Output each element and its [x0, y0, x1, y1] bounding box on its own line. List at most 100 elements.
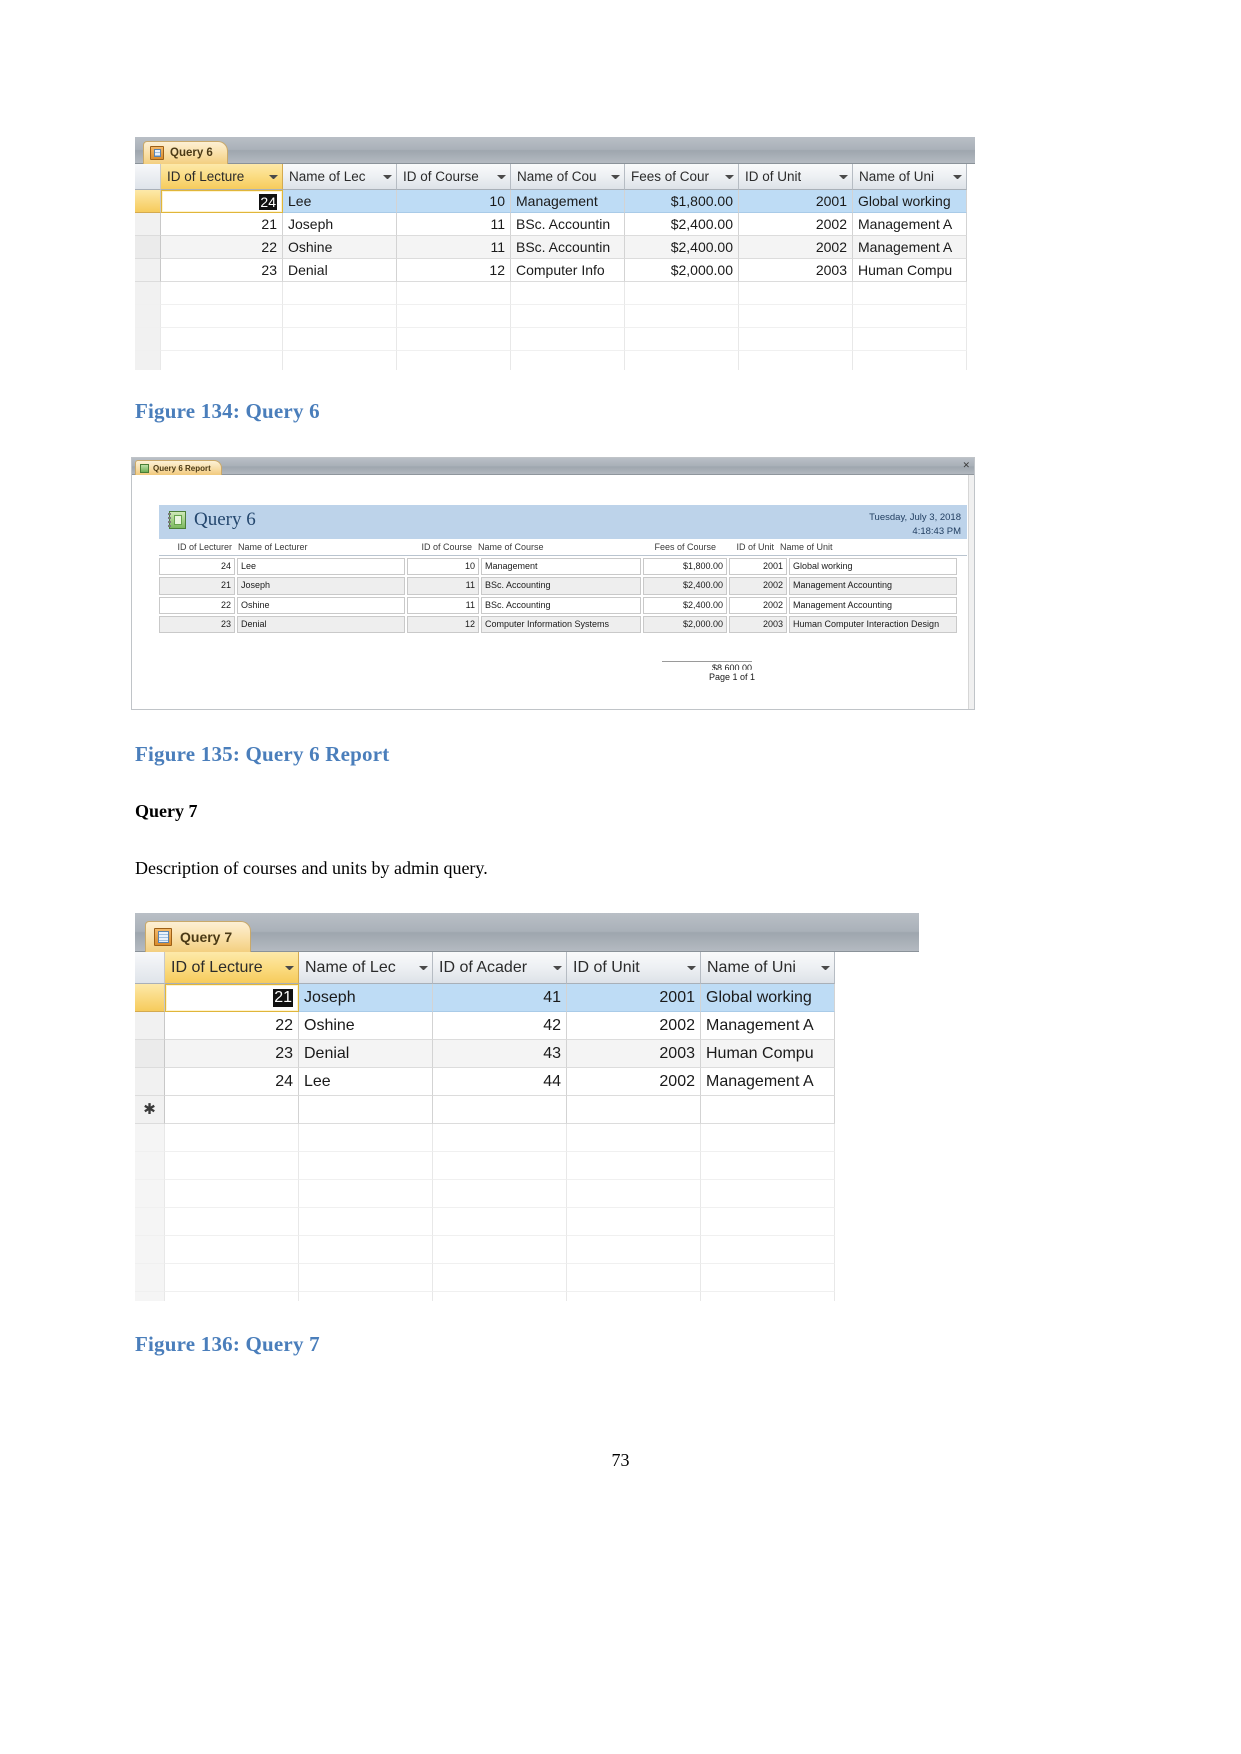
column-header-id-of-course[interactable]: ID of Course	[397, 164, 511, 190]
row-selector[interactable]	[135, 259, 161, 282]
column-header-name-of-unit[interactable]: Name of Uni	[853, 164, 967, 190]
cell-id-of-course[interactable]: 10	[397, 190, 511, 213]
table-row[interactable]: 24 Lee 44 2002 Management A	[135, 1068, 919, 1096]
chevron-down-icon[interactable]	[285, 965, 294, 970]
cell-id-of-lecturer[interactable]: 23	[161, 259, 283, 282]
row-selector[interactable]	[135, 984, 165, 1012]
tab-query6-report[interactable]: Query 6 Report	[135, 460, 222, 475]
chevron-down-icon[interactable]	[383, 174, 392, 179]
column-header-id-of-lecturer[interactable]: ID of Lecture	[165, 952, 299, 984]
cell-name-of-unit[interactable]: Management A	[701, 1068, 835, 1096]
chevron-down-icon[interactable]	[725, 174, 734, 179]
cell-name-of-unit[interactable]: Management A	[853, 213, 967, 236]
cell-id-of-academic[interactable]: 41	[433, 984, 567, 1012]
column-header-id-of-unit[interactable]: ID of Unit	[739, 164, 853, 190]
column-header-name-of-unit[interactable]: Name of Uni	[701, 952, 835, 984]
cell-id-of-lecturer[interactable]: 21	[165, 984, 299, 1012]
cell-id-of-course[interactable]: 11	[397, 236, 511, 259]
table-row[interactable]: 21 Joseph 41 2001 Global working	[135, 984, 919, 1012]
cell-name-of-unit[interactable]: Human Compu	[701, 1040, 835, 1068]
cell-name-of-lecturer[interactable]: Oshine	[283, 236, 397, 259]
cell-name-of-unit[interactable]: Management A	[853, 236, 967, 259]
cell-id-of-unit[interactable]: 2001	[567, 984, 701, 1012]
new-cell-id-of-unit[interactable]	[567, 1096, 701, 1124]
cell-id-of-unit[interactable]: 2003	[567, 1040, 701, 1068]
cell-fees-of-course[interactable]: $2,400.00	[625, 236, 739, 259]
cell-name-of-course[interactable]: BSc. Accountin	[511, 213, 625, 236]
new-record-marker[interactable]: ✱	[135, 1096, 165, 1124]
row-selector[interactable]	[135, 190, 161, 213]
new-cell-id-of-lecturer[interactable]	[165, 1096, 299, 1124]
cell-name-of-lecturer[interactable]: Oshine	[299, 1012, 433, 1040]
chevron-down-icon[interactable]	[821, 965, 830, 970]
column-header-id-of-academic[interactable]: ID of Acader	[433, 952, 567, 984]
chevron-down-icon[interactable]	[839, 174, 848, 179]
table-row[interactable]: 22 Oshine 42 2002 Management A	[135, 1012, 919, 1040]
cell-id-of-lecturer[interactable]: 22	[161, 236, 283, 259]
row-selector[interactable]	[135, 1040, 165, 1068]
cell-id-of-lecturer[interactable]: 22	[165, 1012, 299, 1040]
row-selector[interactable]	[135, 236, 161, 259]
new-cell-name-of-lecturer[interactable]	[299, 1096, 433, 1124]
cell-name-of-unit[interactable]: Management A	[701, 1012, 835, 1040]
table-row[interactable]: 23 Denial 43 2003 Human Compu	[135, 1040, 919, 1068]
chevron-down-icon[interactable]	[419, 965, 428, 970]
table-row[interactable]: 24 Lee 10 Management $1,800.00 2001 Glob…	[135, 190, 975, 213]
column-header-name-of-lecturer[interactable]: Name of Lec	[299, 952, 433, 984]
chevron-down-icon[interactable]	[611, 174, 620, 179]
chevron-down-icon[interactable]	[953, 174, 962, 179]
cell-name-of-lecturer[interactable]: Lee	[283, 190, 397, 213]
cell-id-of-academic[interactable]: 43	[433, 1040, 567, 1068]
row-selector[interactable]	[135, 213, 161, 236]
column-header-id-of-lecturer[interactable]: ID of Lecture	[161, 164, 283, 190]
cell-name-of-lecturer[interactable]: Denial	[299, 1040, 433, 1068]
cell-name-of-course[interactable]: BSc. Accountin	[511, 236, 625, 259]
cell-id-of-unit[interactable]: 2002	[739, 236, 853, 259]
cell-name-of-course[interactable]: Management	[511, 190, 625, 213]
column-header-name-of-course[interactable]: Name of Cou	[511, 164, 625, 190]
column-header-fees-of-course[interactable]: Fees of Cour	[625, 164, 739, 190]
table-row[interactable]: 21 Joseph 11 BSc. Accountin $2,400.00 20…	[135, 213, 975, 236]
report-vertical-scrollbar[interactable]	[968, 475, 974, 709]
cell-name-of-unit[interactable]: Human Compu	[853, 259, 967, 282]
cell-name-of-lecturer[interactable]: Joseph	[299, 984, 433, 1012]
table-row[interactable]: 22 Oshine 11 BSc. Accountin $2,400.00 20…	[135, 236, 975, 259]
cell-id-of-academic[interactable]: 42	[433, 1012, 567, 1040]
cell-name-of-lecturer[interactable]: Denial	[283, 259, 397, 282]
cell-id-of-unit[interactable]: 2003	[739, 259, 853, 282]
tab-query7[interactable]: Query 7	[145, 921, 252, 952]
cell-name-of-unit[interactable]: Global working	[701, 984, 835, 1012]
cell-id-of-academic[interactable]: 44	[433, 1068, 567, 1096]
chevron-down-icon[interactable]	[553, 965, 562, 970]
select-all-corner[interactable]	[135, 164, 161, 190]
cell-fees-of-course[interactable]: $2,400.00	[625, 213, 739, 236]
cell-id-of-unit[interactable]: 2001	[739, 190, 853, 213]
cell-name-of-lecturer[interactable]: Joseph	[283, 213, 397, 236]
row-selector[interactable]	[135, 1012, 165, 1040]
tab-query6[interactable]: Query 6	[143, 141, 228, 164]
chevron-down-icon[interactable]	[497, 174, 506, 179]
cell-id-of-unit[interactable]: 2002	[567, 1068, 701, 1096]
cell-id-of-lecturer[interactable]: 24	[161, 190, 283, 213]
table-row[interactable]: 23 Denial 12 Computer Info $2,000.00 200…	[135, 259, 975, 282]
row-selector[interactable]	[135, 1068, 165, 1096]
cell-id-of-unit[interactable]: 2002	[567, 1012, 701, 1040]
cell-fees-of-course[interactable]: $1,800.00	[625, 190, 739, 213]
close-icon[interactable]: ✕	[962, 460, 970, 471]
new-cell-id-of-academic[interactable]	[433, 1096, 567, 1124]
cell-name-of-lecturer[interactable]: Lee	[299, 1068, 433, 1096]
cell-fees-of-course[interactable]: $2,000.00	[625, 259, 739, 282]
chevron-down-icon[interactable]	[687, 965, 696, 970]
column-header-id-of-unit[interactable]: ID of Unit	[567, 952, 701, 984]
cell-id-of-course[interactable]: 12	[397, 259, 511, 282]
cell-name-of-unit[interactable]: Global working	[853, 190, 967, 213]
select-all-corner[interactable]	[135, 952, 165, 984]
cell-name-of-course[interactable]: Computer Info	[511, 259, 625, 282]
cell-id-of-course[interactable]: 11	[397, 213, 511, 236]
new-cell-name-of-unit[interactable]	[701, 1096, 835, 1124]
cell-id-of-lecturer[interactable]: 23	[165, 1040, 299, 1068]
new-record-row[interactable]: ✱	[135, 1096, 919, 1124]
cell-id-of-lecturer[interactable]: 24	[165, 1068, 299, 1096]
column-header-name-of-lecturer[interactable]: Name of Lec	[283, 164, 397, 190]
cell-id-of-lecturer[interactable]: 21	[161, 213, 283, 236]
